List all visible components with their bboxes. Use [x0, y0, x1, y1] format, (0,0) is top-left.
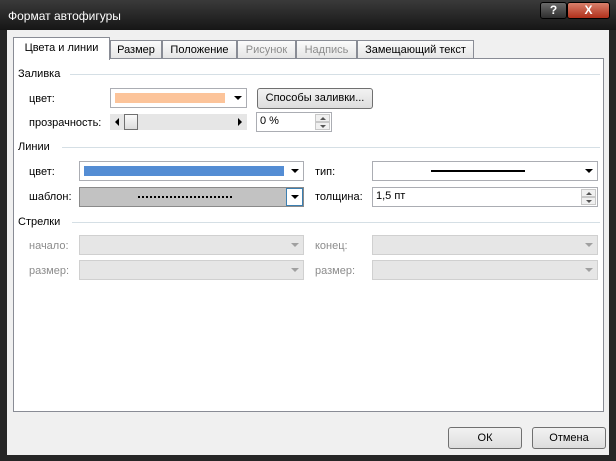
fill-color-label: цвет:	[29, 93, 55, 105]
dropdown-arrow	[286, 261, 303, 279]
transparency-slider-thumb[interactable]	[124, 114, 138, 130]
ok-label: ОК	[477, 432, 493, 444]
fill-color-dropdown[interactable]	[110, 88, 247, 108]
help-icon: ?	[549, 3, 558, 17]
line-color-swatch	[84, 166, 284, 176]
dialog-window: Формат автофигуры ? X Цвета и линии Разм…	[0, 0, 616, 461]
tab-alt-text[interactable]: Замещающий текст	[357, 40, 474, 59]
transparency-input[interactable]: 0 %	[256, 112, 332, 132]
arrows-separator	[72, 222, 600, 223]
arrow-begin-dropdown	[79, 235, 304, 255]
tab-position[interactable]: Положение	[162, 40, 237, 59]
tab-picture: Рисунок	[237, 40, 296, 59]
line-weight-input[interactable]: 1,5 пт	[372, 187, 598, 207]
arrow-begin-label: начало:	[29, 240, 69, 252]
line-weight-value: 1,5 пт	[376, 190, 406, 202]
fill-color-swatch	[115, 93, 225, 103]
line-pattern-dropdown[interactable]	[79, 187, 304, 207]
tab-label: Положение	[170, 44, 229, 56]
arrow-begin-size-dropdown	[79, 260, 304, 280]
dropdown-arrow	[580, 261, 597, 279]
chevron-up-icon	[586, 192, 592, 195]
chevron-down-icon	[290, 169, 299, 173]
tab-label: Надпись	[304, 44, 349, 56]
chevron-down-icon	[290, 195, 299, 199]
line-type-label: тип:	[315, 166, 336, 178]
lines-separator	[62, 147, 600, 148]
lines-group-label: Линии	[18, 141, 50, 153]
help-button[interactable]: ?	[540, 2, 567, 19]
arrows-group-label: Стрелки	[18, 216, 61, 228]
close-button[interactable]: X	[567, 2, 610, 19]
transparency-slider[interactable]	[110, 114, 247, 130]
title-bar[interactable]: Формат автофигуры ? X	[0, 0, 616, 30]
fill-group-label: Заливка	[18, 68, 61, 80]
dropdown-arrow	[286, 162, 303, 180]
transparency-label: прозрачность:	[29, 117, 102, 129]
spin-up-button[interactable]	[581, 189, 596, 197]
tab-label: Цвета и линии	[24, 42, 99, 54]
chevron-down-icon	[290, 268, 299, 272]
cancel-label: Отмена	[549, 432, 589, 444]
tab-size[interactable]: Размер	[110, 40, 162, 59]
tab-panel-colors-lines: Заливка цвет: Способы заливки... прозрач…	[13, 58, 604, 412]
window-title: Формат автофигуры	[8, 9, 121, 23]
line-pattern-preview	[138, 196, 232, 198]
chevron-down-icon	[290, 243, 299, 247]
close-icon: X	[584, 3, 593, 17]
cancel-button[interactable]: Отмена	[532, 427, 606, 449]
fill-effects-button[interactable]: Способы заливки...	[257, 88, 373, 109]
line-pattern-label: шаблон:	[29, 191, 72, 203]
chevron-down-icon	[233, 96, 242, 100]
chevron-down-icon	[584, 169, 593, 173]
spin-up-button[interactable]	[315, 114, 330, 122]
dropdown-arrow	[286, 188, 303, 206]
spin-down-button[interactable]	[581, 197, 596, 205]
line-weight-label: толщина:	[315, 191, 363, 203]
tab-label: Размер	[117, 44, 155, 56]
arrow-end-size-dropdown	[372, 260, 598, 280]
chevron-down-icon	[584, 268, 593, 272]
spin-down-button[interactable]	[315, 122, 330, 130]
tab-colors-lines[interactable]: Цвета и линии	[13, 37, 110, 60]
line-type-dropdown[interactable]	[372, 161, 598, 181]
dropdown-arrow	[580, 236, 597, 254]
tab-textbox: Надпись	[296, 40, 357, 59]
line-color-label: цвет:	[29, 166, 55, 178]
fill-effects-label: Способы заливки...	[265, 92, 365, 104]
chevron-down-icon	[586, 200, 592, 203]
arrow-right-icon[interactable]	[238, 118, 242, 126]
arrow-end-size-label: размер:	[315, 265, 356, 277]
dropdown-arrow	[286, 236, 303, 254]
ok-button[interactable]: ОК	[448, 427, 522, 449]
arrow-end-dropdown	[372, 235, 598, 255]
chevron-down-icon	[584, 243, 593, 247]
chevron-up-icon	[320, 117, 326, 120]
dropdown-arrow	[580, 162, 597, 180]
arrow-begin-size-label: размер:	[29, 265, 70, 277]
fill-separator	[70, 74, 600, 75]
arrow-end-label: конец:	[315, 240, 348, 252]
dropdown-arrow	[229, 89, 246, 107]
arrow-left-icon[interactable]	[115, 118, 119, 126]
dialog-client: Цвета и линии Размер Положение Рисунок Н…	[7, 30, 609, 455]
chevron-down-icon	[320, 125, 326, 128]
tab-label: Замещающий текст	[365, 44, 466, 56]
line-color-dropdown[interactable]	[79, 161, 304, 181]
tab-label: Рисунок	[245, 44, 288, 56]
line-type-preview	[431, 170, 525, 172]
transparency-value: 0 %	[260, 115, 279, 127]
